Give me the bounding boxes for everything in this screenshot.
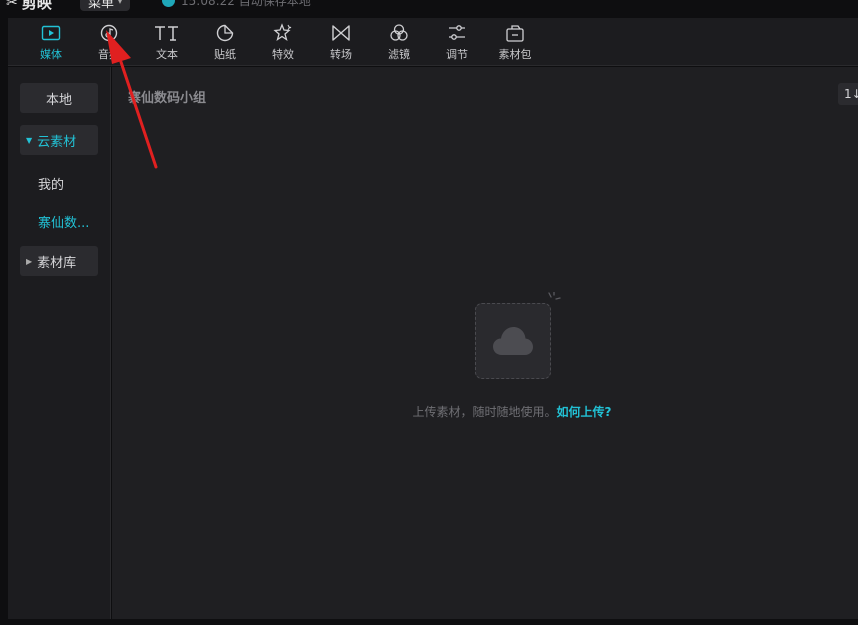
sort-label: 1↓ xyxy=(844,87,858,101)
tab-asset-pack[interactable]: 素材包 xyxy=(486,18,544,66)
tab-media-label: 媒体 xyxy=(40,48,62,61)
menu-label: 菜单 xyxy=(88,0,115,11)
tab-transition-label: 转场 xyxy=(330,48,352,61)
tab-filter-label: 滤镜 xyxy=(388,48,410,61)
media-icon xyxy=(41,23,61,43)
tab-asset-pack-label: 素材包 xyxy=(498,48,532,61)
sidebar-item-label: 云素材 xyxy=(37,134,77,150)
sidebar-item-cloud[interactable]: ▼ 云素材 xyxy=(20,125,98,155)
app-logo-icon: ✂ xyxy=(6,0,18,11)
sidebar-item-label: 素材库 xyxy=(37,255,77,271)
tab-transition[interactable]: 转场 xyxy=(312,18,370,66)
sidebar-item-mine[interactable]: 我的 xyxy=(38,174,64,193)
sidebar-item-local[interactable]: 本地 xyxy=(20,83,98,113)
triangle-right-icon: ▶ xyxy=(26,256,33,266)
asset-pack-icon xyxy=(505,23,525,43)
effects-icon xyxy=(273,23,293,43)
title-bar: ✂ 剪映 菜单 ▾ 15:08:22 自动保存本地 xyxy=(0,0,858,18)
app-name: 剪映 xyxy=(21,0,52,12)
media-sidebar: 本地 ▼ 云素材 我的 寨仙数... ▶ 素材库 xyxy=(8,67,111,619)
menu-button[interactable]: 菜单 ▾ xyxy=(80,0,131,11)
upload-dropzone[interactable] xyxy=(475,303,551,379)
tab-audio-label: 音频 xyxy=(98,48,120,61)
filter-icon xyxy=(389,23,409,43)
text-icon xyxy=(154,23,180,43)
cloud-icon xyxy=(493,327,533,355)
tab-text[interactable]: 文本 xyxy=(138,18,196,66)
empty-state-text: 上传素材，随时随地使用。 xyxy=(412,405,557,419)
triangle-down-icon: ▼ xyxy=(26,135,33,145)
tab-adjust[interactable]: 调节 xyxy=(428,18,486,66)
tab-adjust-label: 调节 xyxy=(446,48,468,61)
sidebar-item-group[interactable]: 寨仙数... xyxy=(38,212,89,231)
sort-button[interactable]: 1↓ xyxy=(838,83,858,105)
how-to-upload-link[interactable]: 如何上传? xyxy=(557,405,612,419)
sidebar-item-library[interactable]: ▶ 素材库 xyxy=(20,246,98,276)
group-title: 寨仙数码小组 xyxy=(128,91,207,106)
tab-media[interactable]: 媒体 xyxy=(22,18,80,66)
media-panel: 寨仙数码小组 1↓ 上传素材，随时随地使用。如何上传? xyxy=(112,67,858,619)
toolbar: 媒体 音频 文本 贴纸 特效 转场 滤镜 调节 素材包 xyxy=(8,18,858,66)
tab-effects[interactable]: 特效 xyxy=(254,18,312,66)
sidebar-item-label: 寨仙数... xyxy=(38,216,90,231)
save-status: 15:08:22 自动保存本地 xyxy=(162,0,311,9)
save-status-text: 15:08:22 自动保存本地 xyxy=(181,0,311,8)
bottom-edge xyxy=(0,619,858,625)
sidebar-item-label: 本地 xyxy=(45,92,72,108)
sticker-icon xyxy=(215,23,235,43)
transition-icon xyxy=(331,23,351,43)
check-circle-icon xyxy=(162,0,175,7)
sparkle-icon xyxy=(548,292,561,300)
tab-filter[interactable]: 滤镜 xyxy=(370,18,428,66)
sidebar-item-label: 我的 xyxy=(38,178,65,193)
chevron-down-icon: ▾ xyxy=(118,0,123,6)
tab-sticker[interactable]: 贴纸 xyxy=(196,18,254,66)
tab-text-label: 文本 xyxy=(156,48,178,61)
editor-window: ✂ 剪映 菜单 ▾ 15:08:22 自动保存本地 媒体 音频 文本 贴纸 特效… xyxy=(0,0,858,625)
tab-effects-label: 特效 xyxy=(272,48,294,61)
empty-state-message: 上传素材，随时随地使用。如何上传? xyxy=(202,403,822,420)
audio-icon xyxy=(99,23,119,43)
app-logo: ✂ 剪映 xyxy=(6,0,52,13)
adjust-icon xyxy=(447,23,467,43)
tab-audio[interactable]: 音频 xyxy=(80,18,138,66)
tab-sticker-label: 贴纸 xyxy=(214,48,236,61)
